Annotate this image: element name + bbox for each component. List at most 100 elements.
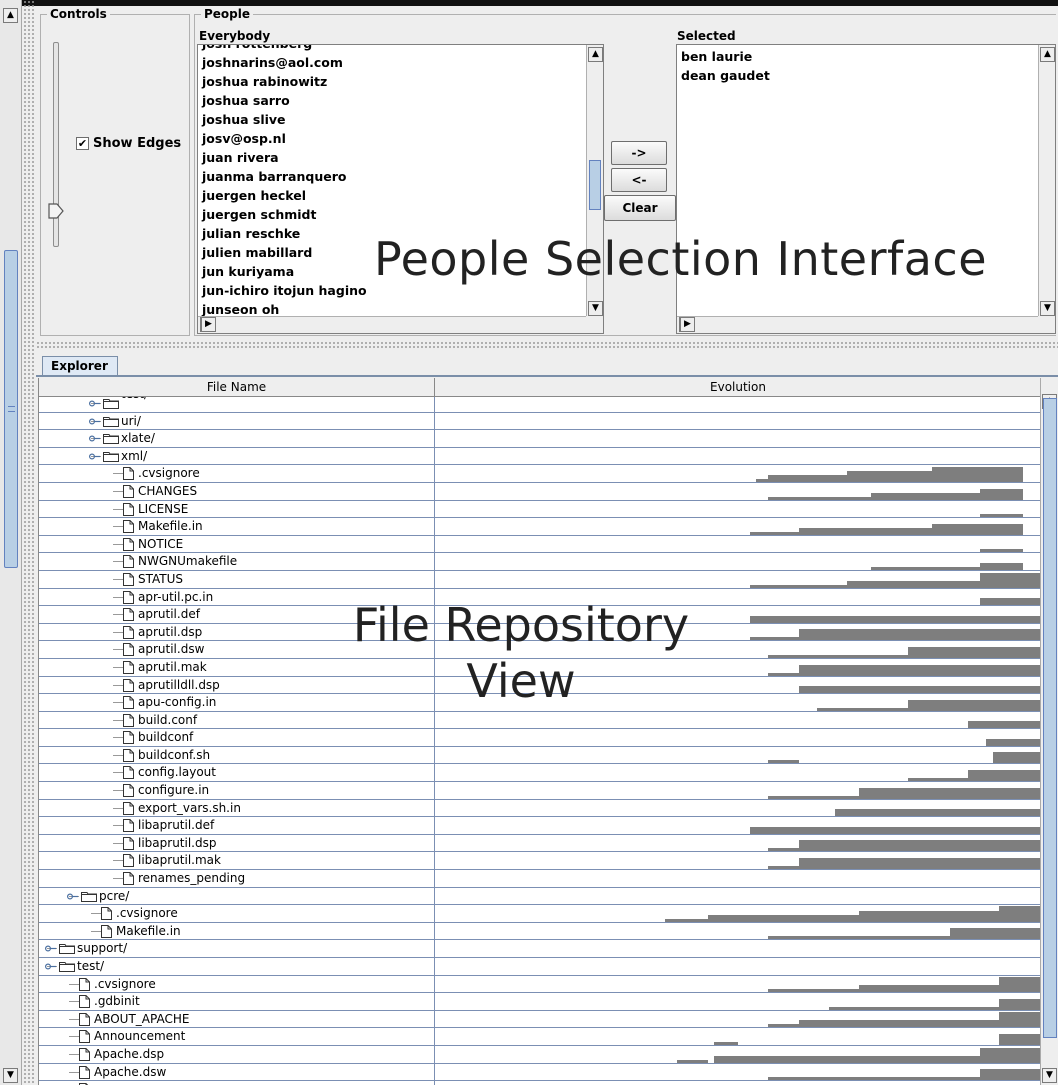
- splitter-handle-vertical[interactable]: [23, 0, 35, 1085]
- file-name-cell[interactable]: .cvsignore: [39, 905, 435, 923]
- list-item[interactable]: joshua sarro: [202, 91, 603, 110]
- scroll-down-arrow-icon[interactable]: ▼: [3, 1068, 18, 1083]
- tab-explorer[interactable]: Explorer: [42, 356, 118, 376]
- table-row[interactable]: export_vars.sh.in: [39, 799, 1040, 818]
- table-row[interactable]: Makefile.in: [39, 518, 1040, 536]
- table-row[interactable]: buildconf: [39, 729, 1040, 747]
- everybody-hscrollbar[interactable]: ◀ ▶: [198, 316, 586, 333]
- scroll-right-arrow-icon[interactable]: ▶: [680, 317, 695, 332]
- clear-button[interactable]: Clear: [604, 195, 676, 221]
- list-item[interactable]: joshua slive: [202, 110, 603, 129]
- list-item[interactable]: josv@osp.nl: [202, 129, 603, 148]
- expand-handle-icon[interactable]: [89, 451, 101, 462]
- slider-knob-icon[interactable]: [47, 202, 65, 220]
- file-name-cell[interactable]: xlate/: [39, 430, 435, 448]
- table-row[interactable]: configure.in: [39, 782, 1040, 800]
- list-item[interactable]: juergen heckel: [202, 186, 603, 205]
- table-row[interactable]: ABOUT_APACHE: [39, 1010, 1040, 1029]
- outer-scroll-thumb[interactable]: [4, 250, 18, 568]
- file-name-cell[interactable]: pcre/: [39, 887, 435, 906]
- table-row[interactable]: test/: [39, 958, 1040, 976]
- file-name-cell[interactable]: NWGNUmakefile: [39, 553, 435, 571]
- selected-hscrollbar[interactable]: ◀ ▶: [677, 316, 1038, 333]
- table-row[interactable]: NOTICE: [39, 535, 1040, 554]
- file-name-cell[interactable]: configure.in: [39, 782, 435, 800]
- table-row[interactable]: .gdbinit: [39, 993, 1040, 1011]
- file-name-cell[interactable]: .cvsignore: [39, 465, 435, 483]
- scroll-down-arrow-icon[interactable]: ▼: [588, 301, 603, 316]
- file-name-cell[interactable]: libaprutil.def: [39, 817, 435, 835]
- table-row[interactable]: STATUS: [39, 570, 1040, 589]
- selected-list[interactable]: ben lauriedean gaudet ▲ ▼ ◀ ▶: [676, 44, 1056, 334]
- expand-handle-icon[interactable]: [67, 891, 79, 902]
- expand-handle-icon[interactable]: [45, 943, 57, 954]
- splitter-handle-horizontal[interactable]: [36, 341, 1058, 350]
- file-name-cell[interactable]: STATUS: [39, 570, 435, 589]
- file-table[interactable]: test/uri/xlate/xml/ .cvsignore CHANGES LICE…: [38, 378, 1040, 1085]
- table-row[interactable]: xml/: [39, 447, 1040, 466]
- table-vscrollbar[interactable]: ▲ ▼: [1040, 378, 1058, 1085]
- list-item[interactable]: juan rivera: [202, 148, 603, 167]
- table-row[interactable]: renames_pending: [39, 870, 1040, 888]
- file-name-cell[interactable]: BuildAll.dsp: [39, 1081, 435, 1085]
- file-name-cell[interactable]: config.layout: [39, 764, 435, 783]
- file-name-cell[interactable]: CHANGES: [39, 482, 435, 501]
- list-item[interactable]: juanma barranquero: [202, 167, 603, 186]
- table-row[interactable]: BuildAll.dsp: [39, 1081, 1040, 1085]
- scroll-up-arrow-icon[interactable]: ▲: [1040, 47, 1055, 62]
- add-person-button[interactable]: ->: [611, 141, 667, 165]
- list-item[interactable]: joshnarins@aol.com: [202, 53, 603, 72]
- everybody-list[interactable]: josh rottenberg joshnarins@aol.comjoshua…: [197, 44, 604, 334]
- scroll-down-arrow-icon[interactable]: ▼: [1040, 301, 1055, 316]
- table-row[interactable]: NWGNUmakefile: [39, 553, 1040, 571]
- table-row[interactable]: Apache.dsp: [39, 1045, 1040, 1064]
- outer-scrollbar[interactable]: ▲ ▼: [0, 0, 22, 1085]
- table-row[interactable]: .cvsignore: [39, 465, 1040, 483]
- file-name-cell[interactable]: export_vars.sh.in: [39, 799, 435, 818]
- table-row[interactable]: .cvsignore: [39, 975, 1040, 994]
- file-name-cell[interactable]: Apache.dsw: [39, 1063, 435, 1082]
- table-row[interactable]: Makefile.in: [39, 922, 1040, 941]
- file-name-cell[interactable]: LICENSE: [39, 500, 435, 519]
- file-name-cell[interactable]: Announcement: [39, 1028, 435, 1046]
- show-edges-checkbox[interactable]: ✔ Show Edges: [76, 136, 181, 151]
- table-row[interactable]: support/: [39, 940, 1040, 958]
- list-item[interactable]: joshua rabinowitz: [202, 72, 603, 91]
- remove-person-button[interactable]: <-: [611, 168, 667, 192]
- file-name-cell[interactable]: uri/: [39, 412, 435, 431]
- file-name-cell[interactable]: .gdbinit: [39, 993, 435, 1011]
- file-name-cell[interactable]: .cvsignore: [39, 975, 435, 994]
- table-row[interactable]: buildconf.sh: [39, 746, 1040, 765]
- table-row[interactable]: Announcement: [39, 1028, 1040, 1046]
- file-name-cell[interactable]: buildconf.sh: [39, 746, 435, 765]
- file-name-cell[interactable]: build.conf: [39, 711, 435, 730]
- table-row[interactable]: Apache.dsw: [39, 1063, 1040, 1082]
- expand-handle-icon[interactable]: [45, 961, 57, 972]
- table-row[interactable]: libaprutil.dsp: [39, 834, 1040, 853]
- selected-vscrollbar[interactable]: ▲ ▼: [1038, 45, 1055, 316]
- scroll-down-arrow-icon[interactable]: ▼: [1042, 1068, 1057, 1083]
- file-name-cell[interactable]: xml/: [39, 447, 435, 466]
- file-name-cell[interactable]: test/: [39, 958, 435, 976]
- checkmark-icon[interactable]: ✔: [76, 137, 89, 150]
- scroll-up-arrow-icon[interactable]: ▲: [3, 8, 18, 23]
- table-row[interactable]: xlate/: [39, 430, 1040, 448]
- list-item[interactable]: josh rottenberg: [202, 45, 603, 53]
- table-row[interactable]: libaprutil.mak: [39, 852, 1040, 871]
- table-row[interactable]: config.layout: [39, 764, 1040, 783]
- table-scroll-thumb[interactable]: [1043, 398, 1057, 1038]
- file-name-cell[interactable]: libaprutil.dsp: [39, 834, 435, 853]
- file-name-cell[interactable]: buildconf: [39, 729, 435, 747]
- file-name-cell[interactable]: NOTICE: [39, 535, 435, 554]
- file-name-cell[interactable]: libaprutil.mak: [39, 852, 435, 871]
- table-row[interactable]: uri/: [39, 412, 1040, 431]
- scroll-up-arrow-icon[interactable]: ▲: [588, 47, 603, 62]
- table-row[interactable]: .cvsignore: [39, 905, 1040, 923]
- file-name-cell[interactable]: Makefile.in: [39, 518, 435, 536]
- expand-handle-icon[interactable]: [89, 398, 101, 409]
- table-row[interactable]: test/: [39, 395, 1040, 413]
- list-item[interactable]: juergen schmidt: [202, 205, 603, 224]
- file-name-cell[interactable]: Apache.dsp: [39, 1045, 435, 1064]
- file-name-cell[interactable]: renames_pending: [39, 870, 435, 888]
- file-name-cell[interactable]: ABOUT_APACHE: [39, 1010, 435, 1029]
